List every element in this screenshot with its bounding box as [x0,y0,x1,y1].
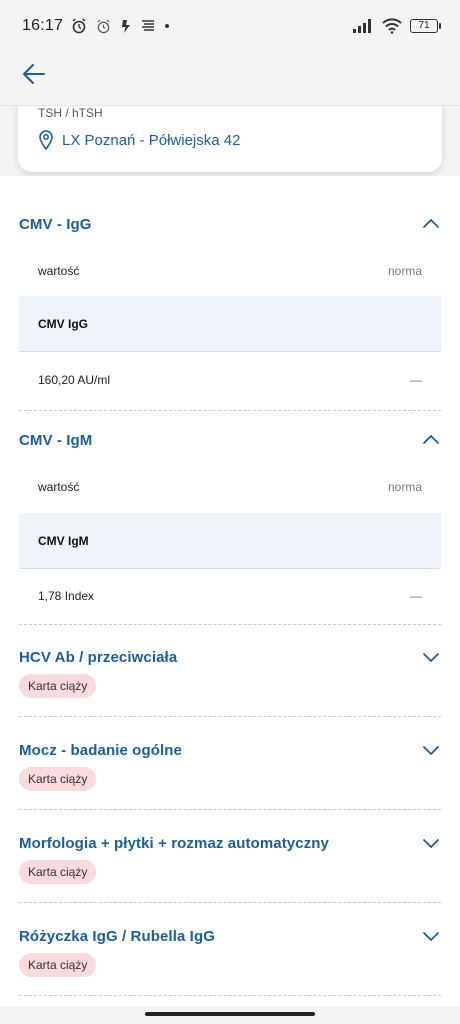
results-list: CMV - IgG wartość norma CMV IgG 160,20 A… [0,176,460,1006]
result-norm: — [410,373,422,387]
wifi-icon [382,18,402,34]
location-link[interactable]: LX Poznań - Półwiejska 42 [38,130,240,150]
app-notification-icon [122,19,131,33]
norm-column-label: norma [387,264,422,278]
divider [19,995,441,996]
app-bar [0,52,460,106]
section-title: Morfologia + płytki + rozmaz automatyczn… [19,834,329,852]
section-header-cmv-igg[interactable]: CMV - IgG [19,214,441,234]
test-info-card: TSH / hTSH LX Poznań - Półwiejska 42 [18,106,442,172]
chevron-down-icon[interactable] [421,647,441,667]
back-arrow-icon[interactable] [20,60,48,88]
status-bar: 16:17 71 [0,0,460,52]
tag-badge: Karta ciąży [19,860,97,884]
battery-icon: 71 [410,19,441,33]
value-column-label: wartość [38,264,80,278]
section-title: Różyczka IgG / Rubella IgG [19,927,215,945]
divider [19,410,441,411]
tag-badge: Karta ciąży [19,674,97,698]
chevron-down-icon[interactable] [421,740,441,760]
section-header-hcv[interactable]: HCV Ab / przeciwciała [19,647,441,667]
status-notification-icons [71,18,170,34]
section-title: HCV Ab / przeciwciała [19,648,178,666]
tag-badge: Karta ciąży [19,953,97,977]
home-indicator[interactable] [145,1012,315,1016]
main-content: TSH / hTSH LX Poznań - Półwiejska 42 CMV… [0,106,460,1006]
status-time: 16:17 [22,17,64,34]
divider [19,809,441,810]
divider [19,902,441,903]
result-value: 1,78 Index [38,589,95,603]
signal-icon [353,19,371,33]
tag-badge: Karta ciąży [19,767,97,791]
list-notification-icon [142,20,155,31]
parameter-row: CMV IgM [19,513,441,569]
location-label: LX Poznań - Półwiejska 42 [62,131,241,149]
divider [19,624,441,625]
section-header-rubella[interactable]: Różyczka IgG / Rubella IgG [19,926,441,946]
chevron-down-icon[interactable] [421,833,441,853]
alarm-icon [72,18,86,34]
value-column-label: wartość [38,480,80,494]
parameter-name: CMV IgG [38,317,88,331]
result-value: 160,20 AU/ml [38,373,111,387]
norm-column-label: norma [387,480,422,494]
section-title: Mocz - badanie ogólne [19,741,182,759]
section-header-urine[interactable]: Mocz - badanie ogólne [19,740,441,760]
chevron-down-icon[interactable] [421,926,441,946]
test-name: TSH / hTSH [38,106,103,120]
alarm-icon-outline [97,18,110,33]
section-title: CMV - IgG [19,215,92,233]
chevron-up-icon[interactable] [421,430,441,450]
section-header-cmv-igm[interactable]: CMV - IgM [19,430,441,450]
section-title: CMV - IgM [19,431,93,449]
divider [19,716,441,717]
parameter-row: CMV IgG [19,296,441,352]
gesture-bar [0,1006,460,1024]
more-dot-icon [165,24,170,28]
parameter-name: CMV IgM [38,534,89,548]
location-pin-icon [39,130,53,150]
result-norm: — [410,589,422,603]
section-header-morphology[interactable]: Morfologia + płytki + rozmaz automatyczn… [19,833,441,853]
chevron-up-icon[interactable] [421,214,441,234]
